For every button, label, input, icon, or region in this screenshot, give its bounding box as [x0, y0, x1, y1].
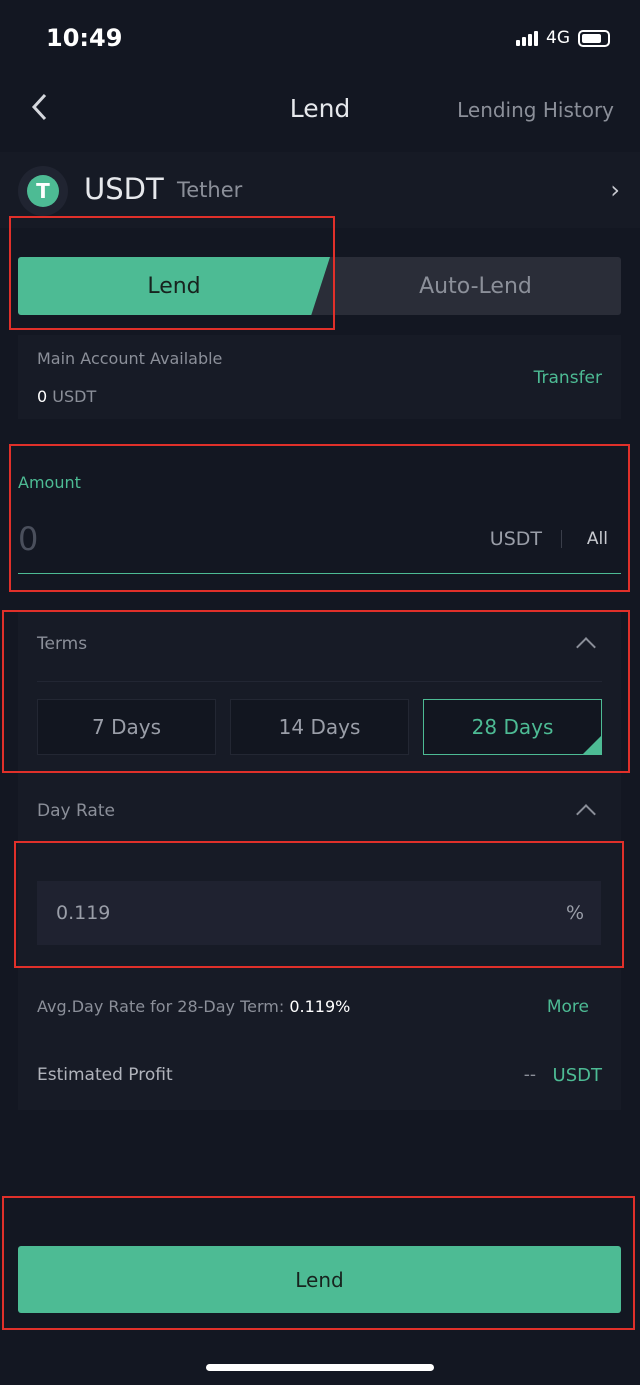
home-indicator[interactable] — [206, 1364, 434, 1371]
annotation-box — [9, 444, 630, 592]
coin-name: Tether — [177, 178, 243, 202]
divider — [561, 530, 562, 548]
day-rate-input[interactable] — [37, 881, 601, 945]
network-label: 4G — [546, 28, 570, 48]
divider — [37, 681, 602, 682]
tab-auto-lend[interactable]: Auto-Lend — [330, 257, 621, 315]
amount-label: Amount — [18, 473, 81, 492]
transfer-link[interactable]: Transfer — [534, 368, 602, 388]
all-button[interactable]: All — [587, 529, 608, 549]
battery-icon — [578, 29, 610, 47]
status-time: 10:49 — [46, 24, 123, 52]
day-rate-label: Day Rate — [37, 801, 115, 821]
available-label: Main Account Available — [37, 349, 223, 368]
lending-history-link[interactable]: Lending History — [457, 98, 614, 122]
estimated-profit-value: -- — [523, 1065, 536, 1085]
tether-logo-icon: T — [18, 166, 68, 216]
chevron-right-icon[interactable]: › — [610, 176, 620, 204]
day-rate-value: 0.119 — [56, 902, 111, 924]
term-14-days[interactable]: 14 Days — [230, 699, 409, 755]
avg-day-rate: Avg.Day Rate for 28-Day Term: 0.119% — [37, 997, 351, 1016]
estimated-profit-unit: USDT — [552, 1065, 602, 1086]
check-icon — [583, 736, 601, 754]
mode-tabs: Lend Auto-Lend — [18, 257, 621, 315]
terms-card — [18, 612, 621, 1110]
term-28-days[interactable]: 28 Days — [423, 699, 602, 755]
signal-icon — [516, 30, 538, 46]
status-indicators: 4G — [516, 28, 610, 48]
tab-lend[interactable]: Lend — [18, 257, 330, 315]
day-rate-unit: % — [565, 902, 584, 924]
account-card — [18, 335, 621, 419]
available-balance: 0 USDT — [37, 387, 97, 406]
lend-button[interactable]: Lend — [18, 1246, 621, 1313]
amount-unit: USDT — [489, 528, 542, 550]
amount-input[interactable]: 0 — [18, 520, 38, 558]
amount-underline — [18, 573, 621, 574]
term-7-days[interactable]: 7 Days — [37, 699, 216, 755]
coin-symbol: USDT — [84, 172, 164, 206]
estimated-profit-label: Estimated Profit — [37, 1065, 173, 1085]
more-link[interactable]: More — [547, 997, 589, 1017]
terms-label: Terms — [37, 634, 88, 654]
